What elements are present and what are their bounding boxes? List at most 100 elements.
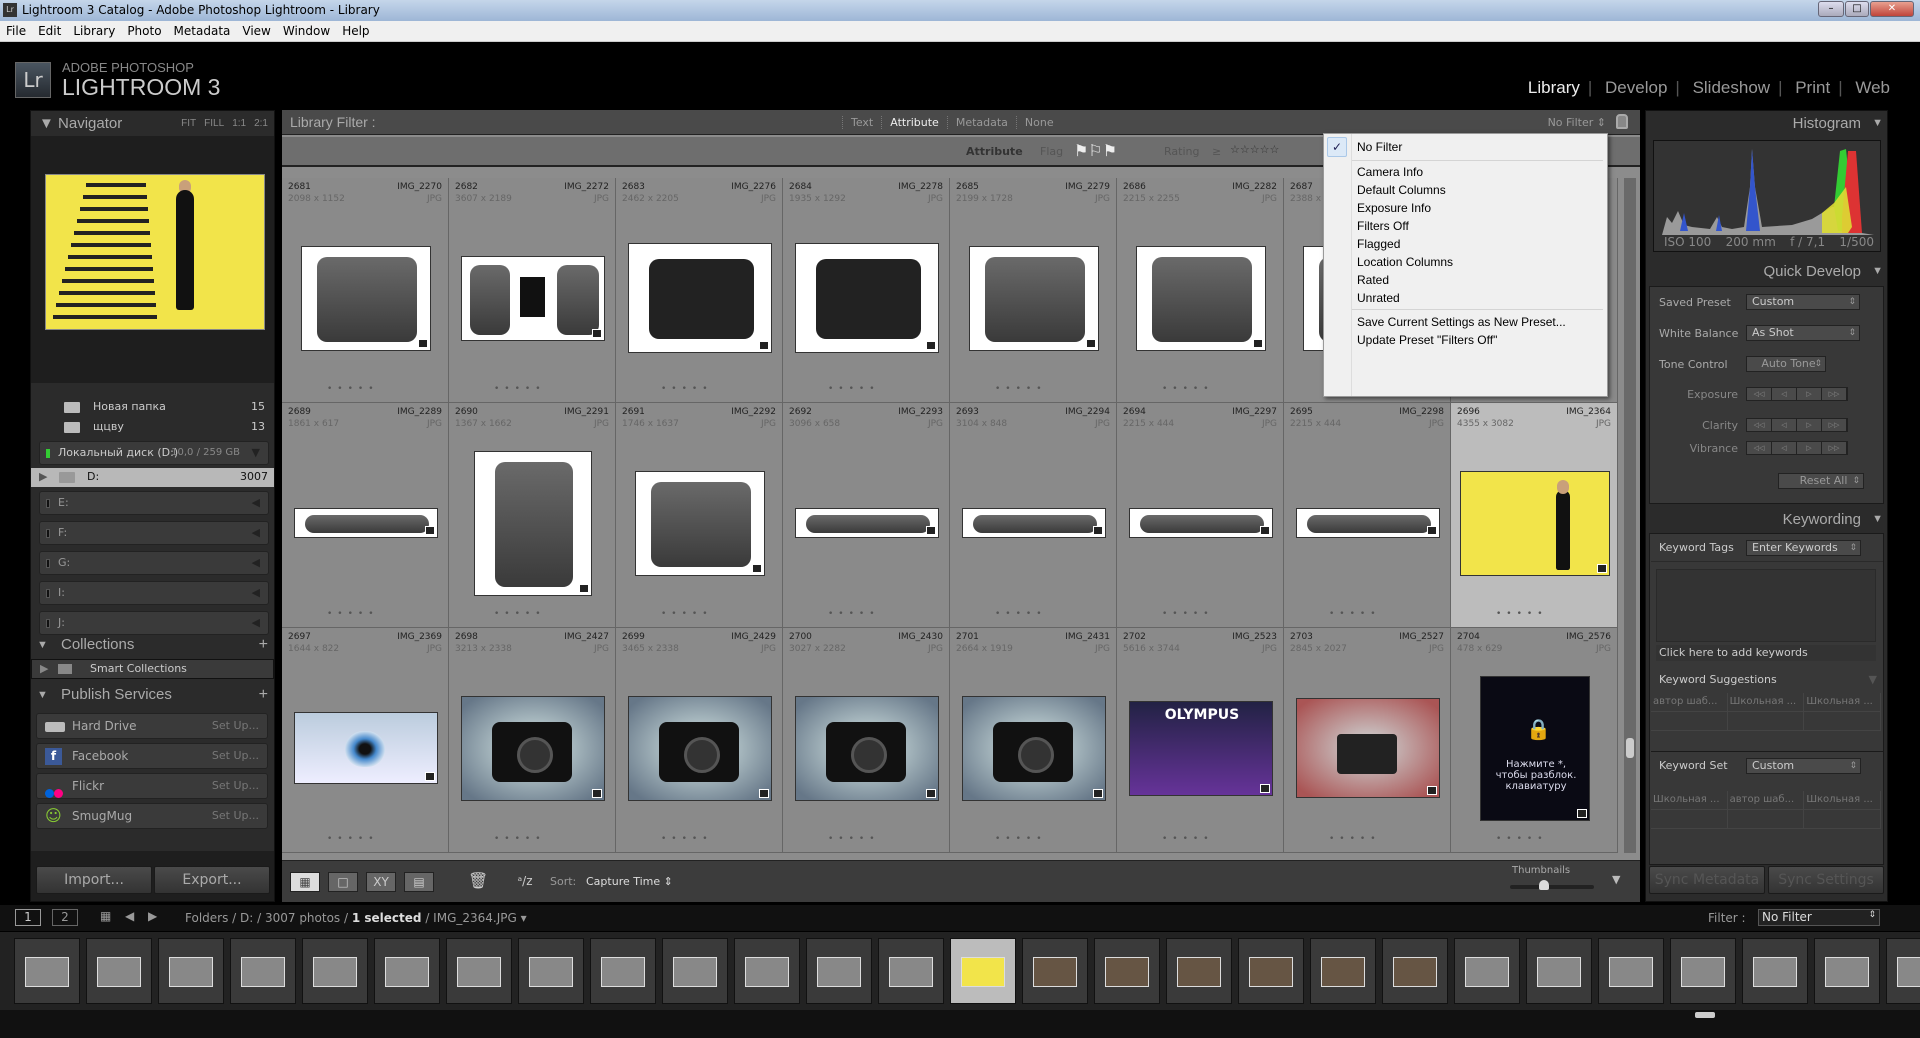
- main-window-button[interactable]: 1: [15, 909, 41, 926]
- grid-cell[interactable]: 2700 IMG_2430 3027 x 2282 JPG •••••: [783, 628, 950, 853]
- add-publish-service-icon[interactable]: +: [259, 683, 268, 707]
- filter-tab-text[interactable]: Text: [842, 116, 882, 129]
- rating-dots[interactable]: •••••: [494, 609, 546, 619]
- setup-link[interactable]: Set Up...: [212, 774, 259, 798]
- rating-dots[interactable]: •••••: [995, 384, 1047, 394]
- grid-cell[interactable]: 2689 IMG_2289 1861 x 617 JPG •••••: [282, 403, 449, 628]
- zoom-fill[interactable]: FILL: [204, 118, 224, 129]
- keyword-set-item[interactable]: автор шаб...: [1727, 791, 1805, 810]
- zoom-fit[interactable]: FIT: [181, 118, 196, 129]
- rating-dots[interactable]: •••••: [828, 384, 880, 394]
- filmstrip-thumbnail[interactable]: [1598, 938, 1664, 1004]
- filmstrip-thumbnail[interactable]: [374, 938, 440, 1004]
- keywording-header[interactable]: Keywording ▼: [1646, 507, 1889, 532]
- keyword-set-select[interactable]: Custom: [1746, 758, 1861, 774]
- rating-dots[interactable]: •••••: [661, 834, 713, 844]
- filter-menu-item[interactable]: Unrated: [1357, 291, 1400, 305]
- filmstrip-scrollbar[interactable]: [0, 1010, 1920, 1038]
- rating-dots[interactable]: •••••: [995, 834, 1047, 844]
- rating-dots[interactable]: •••••: [494, 834, 546, 844]
- menu-edit[interactable]: Edit: [32, 24, 67, 38]
- rating-dots[interactable]: •••••: [828, 609, 880, 619]
- rating-dots[interactable]: •••••: [494, 384, 546, 394]
- zoom-2-1[interactable]: 2:1: [254, 118, 268, 129]
- sort-select[interactable]: Capture Time ⇕: [586, 875, 673, 888]
- back-icon[interactable]: ◀: [125, 909, 134, 923]
- filter-menu-item[interactable]: Exposure Info: [1357, 201, 1431, 215]
- volume-drive[interactable]: E: ◀: [39, 491, 269, 515]
- photo-thumbnail[interactable]: [1460, 471, 1610, 576]
- grid-cell[interactable]: 2682 IMG_2272 3607 x 2189 JPG •••••: [449, 178, 616, 403]
- publish-services-header[interactable]: ▼ Publish Services +: [31, 683, 274, 707]
- photo-thumbnail[interactable]: [1296, 698, 1440, 798]
- filmstrip-filter-select[interactable]: No Filter ⇕: [1758, 909, 1880, 926]
- toolbar-menu-icon[interactable]: ▼: [1612, 873, 1620, 886]
- photo-thumbnail[interactable]: OLYMPUS: [1129, 701, 1273, 796]
- photo-thumbnail[interactable]: 🔒 Нажмите *, чтобы разблок. клавиатуру: [1480, 676, 1590, 821]
- filmstrip-thumbnail[interactable]: [1814, 938, 1880, 1004]
- filmstrip-thumbnail[interactable]: [1454, 938, 1520, 1004]
- photo-thumbnail[interactable]: [301, 246, 431, 351]
- zoom-1-1[interactable]: 1:1: [232, 118, 246, 129]
- navigator-preview[interactable]: [45, 174, 265, 330]
- thumbnail-size-slider[interactable]: [1510, 880, 1594, 890]
- rating-dots[interactable]: •••••: [1329, 834, 1381, 844]
- photo-thumbnail[interactable]: [795, 508, 939, 538]
- grid-cell[interactable]: 2691 IMG_2292 1746 x 1637 JPG •••••: [616, 403, 783, 628]
- keyword-suggestion[interactable]: Школьная ...: [1804, 693, 1881, 712]
- photo-thumbnail[interactable]: [628, 243, 772, 353]
- vibrance-stepper[interactable]: ◁◁ ◁ ▷ ▷▷: [1746, 441, 1848, 455]
- filter-menu-item[interactable]: Default Columns: [1357, 183, 1446, 197]
- grid-cell[interactable]: 2684 IMG_2278 1935 x 1292 JPG •••••: [783, 178, 950, 403]
- setup-link[interactable]: Set Up...: [212, 804, 259, 828]
- grid-cell[interactable]: 2685 IMG_2279 2199 x 1728 JPG •••••: [950, 178, 1117, 403]
- filmstrip-thumbnail[interactable]: [1526, 938, 1592, 1004]
- grid-cell[interactable]: 2693 IMG_2294 3104 x 848 JPG •••••: [950, 403, 1117, 628]
- filmstrip-thumbnail[interactable]: [1742, 938, 1808, 1004]
- photo-thumbnail[interactable]: [628, 696, 772, 801]
- grid-cell[interactable]: 2694 IMG_2297 2215 x 444 JPG •••••: [1117, 403, 1284, 628]
- filmstrip-thumbnail[interactable]: [1310, 938, 1376, 1004]
- module-print[interactable]: Print: [1795, 78, 1830, 97]
- rating-dots[interactable]: •••••: [327, 834, 379, 844]
- filmstrip-thumbnail[interactable]: [1094, 938, 1160, 1004]
- filter-menu-item[interactable]: Rated: [1357, 273, 1389, 287]
- keyword-suggestion[interactable]: Школьная ...: [1727, 693, 1805, 712]
- rating-dots[interactable]: •••••: [995, 609, 1047, 619]
- quick-develop-header[interactable]: Quick Develop ▼: [1646, 259, 1889, 284]
- filmstrip-thumbnail[interactable]: [1382, 938, 1448, 1004]
- grid-cell[interactable]: 2681 IMG_2270 2098 x 1152 JPG •••••: [282, 178, 449, 403]
- grid-cell[interactable]: 2701 IMG_2431 2664 x 1919 JPG •••••: [950, 628, 1117, 853]
- filter-tab-metadata[interactable]: Metadata: [946, 116, 1016, 129]
- white-balance-select[interactable]: As Shot: [1746, 325, 1860, 341]
- rating-stars[interactable]: ☆☆☆☆☆: [1230, 143, 1279, 156]
- filmstrip-thumbnail[interactable]: [1886, 938, 1920, 1004]
- module-library[interactable]: Library: [1528, 78, 1580, 97]
- keyword-tags-select[interactable]: Enter Keywords: [1746, 540, 1861, 556]
- filter-menu-item[interactable]: Update Preset "Filters Off": [1357, 333, 1497, 347]
- menu-window[interactable]: Window: [277, 24, 336, 38]
- rating-dots[interactable]: •••••: [1162, 609, 1214, 619]
- navigator-header[interactable]: ▼ Navigator FIT FILL 1:1 2:1: [31, 111, 274, 136]
- grid-cell[interactable]: 2695 IMG_2298 2215 x 444 JPG •••••: [1284, 403, 1451, 628]
- rating-dots[interactable]: •••••: [1329, 609, 1381, 619]
- module-develop[interactable]: Develop: [1605, 78, 1667, 97]
- filter-tab-none[interactable]: None: [1015, 116, 1062, 129]
- filmstrip-thumbnail[interactable]: [518, 938, 584, 1004]
- filter-menu-item[interactable]: Flagged: [1357, 237, 1400, 251]
- lock-icon[interactable]: [1616, 114, 1628, 129]
- grid-icon[interactable]: ▦: [100, 909, 111, 923]
- menu-help[interactable]: Help: [336, 24, 375, 38]
- setup-link[interactable]: Set Up...: [212, 744, 259, 768]
- auto-tone-button[interactable]: Auto Tone: [1746, 356, 1826, 372]
- filter-menu-item[interactable]: No Filter: [1357, 140, 1402, 154]
- grid-cell[interactable]: 2699 IMG_2429 3465 x 2338 JPG •••••: [616, 628, 783, 853]
- sync-settings-button[interactable]: Sync Settings: [1768, 866, 1884, 894]
- photo-thumbnail[interactable]: [294, 712, 438, 784]
- publish-flickr[interactable]: Flickr Set Up...: [36, 773, 268, 799]
- menu-file[interactable]: File: [0, 24, 32, 38]
- filmstrip-thumbnail[interactable]: [662, 938, 728, 1004]
- rating-dots[interactable]: •••••: [661, 609, 713, 619]
- rating-dots[interactable]: •••••: [1496, 609, 1548, 619]
- filter-menu-item[interactable]: Location Columns: [1357, 255, 1453, 269]
